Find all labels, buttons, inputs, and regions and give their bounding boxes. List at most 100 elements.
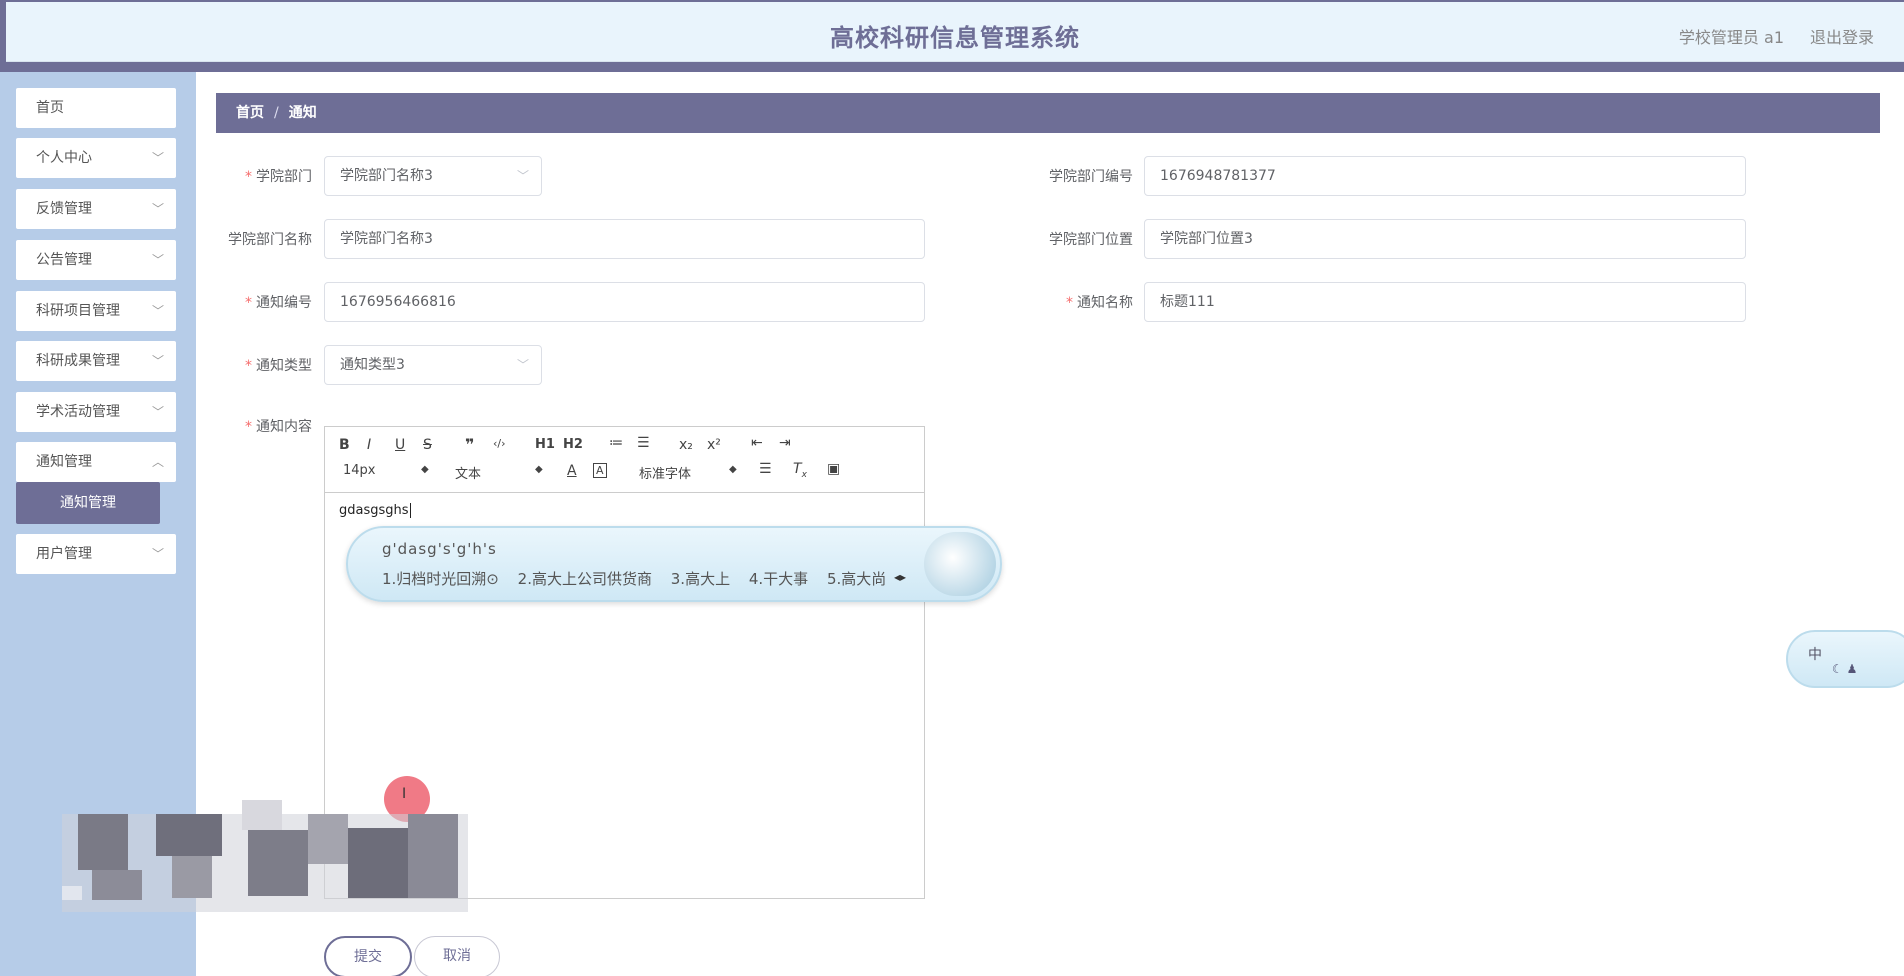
dept-code-label: 学院部门编号 [1049, 169, 1133, 185]
chevron-down-icon: ﹀ [151, 253, 164, 267]
font-family-select[interactable]: 标准字体 ◆ [639, 463, 739, 482]
editor-content[interactable]: gdasgsghs [325, 493, 924, 528]
font-color-icon[interactable]: A [567, 463, 577, 479]
bold-icon[interactable]: B [339, 437, 350, 453]
clear-format-icon[interactable]: Tx [793, 461, 807, 480]
chevron-down-icon: ﹀ [151, 202, 164, 216]
dept-name-field[interactable]: 学院部门名称3 [324, 219, 925, 259]
font-size-select[interactable]: 14px ◆ [343, 463, 433, 478]
chevron-down-icon: ﹀ [516, 358, 529, 372]
italic-icon[interactable]: I [367, 437, 371, 453]
breadcrumb-separator: / [274, 105, 279, 121]
sidebar-item-label: 首页 [36, 100, 64, 116]
sidebar-item-users[interactable]: 用户管理 ﹀ [16, 534, 176, 574]
sidebar-item-label: 科研项目管理 [36, 303, 120, 319]
notice-code-field[interactable]: 1676956466816 [324, 282, 925, 322]
ime-candidate[interactable]: 1.归档时光回溯⊙ [382, 570, 499, 588]
sidebar-item-label: 科研成果管理 [36, 353, 120, 369]
dept-select[interactable]: 学院部门名称3 ﹀ [324, 156, 542, 196]
chevron-down-icon: ﹀ [151, 405, 164, 419]
pixelated-watermark [62, 800, 468, 912]
notice-type-select[interactable]: 通知类型3 ﹀ [324, 345, 542, 385]
sidebar-item-label: 学术活动管理 [36, 404, 120, 420]
ime-candidate[interactable]: 2.高大上公司供货商 [518, 570, 652, 588]
sidebar-item-label: 用户管理 [36, 546, 92, 562]
image-icon[interactable]: ▣ [827, 461, 840, 477]
cancel-button[interactable]: 取消 [414, 936, 500, 976]
ime-candidate[interactable]: 4.干大事 [749, 570, 808, 588]
dept-location-label: 学院部门位置 [1049, 232, 1133, 248]
sort-icon: ◆ [421, 464, 429, 475]
breadcrumb-home[interactable]: 首页 [236, 105, 264, 121]
sidebar-item-announcements[interactable]: 公告管理 ﹀ [16, 240, 176, 280]
sort-icon: ◆ [535, 464, 543, 475]
dept-location-field[interactable]: 学院部门位置3 [1144, 219, 1746, 259]
sidebar-item-personal-center[interactable]: 个人中心 ﹀ [16, 138, 176, 178]
background-color-icon[interactable]: A [593, 463, 607, 478]
sidebar-item-label: 反馈管理 [36, 201, 92, 217]
dept-code-field[interactable]: 1676948781377 [1144, 156, 1746, 196]
app-title: 高校科研信息管理系统 [830, 24, 1080, 52]
blockquote-icon[interactable]: ❞ [465, 435, 474, 454]
text-caret [409, 503, 411, 518]
sidebar-item-label: 个人中心 [36, 150, 92, 166]
ime-moon-icon[interactable]: ☾ ♟ [1832, 662, 1857, 676]
font-family-value: 标准字体 [639, 467, 692, 482]
align-left-icon[interactable]: ☰ [759, 461, 772, 477]
editor-toolbar: B I U S ❞ ‹/› H1 H2 ≔ ☰ x₂ x² ⇤ ⇥ 14px ◆… [325, 427, 924, 493]
ime-status-bar[interactable]: 中 ☾ ♟ [1786, 630, 1904, 688]
sidebar-item-label: 通知管理 [36, 454, 92, 470]
font-size-value: 14px [343, 463, 376, 478]
underline-icon[interactable]: U [395, 437, 405, 453]
chevron-down-icon: ﹀ [516, 169, 529, 183]
ime-mode-label[interactable]: 中 [1808, 644, 1822, 664]
ime-candidate-window: g'dasg's'g'h's 1.归档时光回溯⊙ 2.高大上公司供货商 3.高大… [346, 526, 1002, 602]
top-header: 高校科研信息管理系统 学校管理员 a1 退出登录 [0, 0, 1904, 72]
strikethrough-icon[interactable]: S [423, 437, 432, 453]
notice-content-label: * 通知内容 [245, 419, 312, 435]
breadcrumb: 首页 / 通知 [216, 93, 1880, 133]
notice-type-label: * 通知类型 [245, 358, 312, 374]
sidebar-item-academic-activities[interactable]: 学术活动管理 ﹀ [16, 392, 176, 432]
notice-code-label: * 通知编号 [245, 295, 312, 311]
text-style-select[interactable]: 文本 ◆ [455, 463, 545, 482]
sidebar-item-feedback[interactable]: 反馈管理 ﹀ [16, 189, 176, 229]
heading1-icon[interactable]: H1 [535, 437, 555, 452]
notice-name-field[interactable]: 标题111 [1144, 282, 1746, 322]
heading2-icon[interactable]: H2 [563, 437, 583, 452]
code-block-icon[interactable]: ‹/› [493, 437, 506, 450]
bullet-list-icon[interactable]: ☰ [637, 435, 650, 451]
sidebar-item-notices[interactable]: 通知管理 ︿ [16, 442, 176, 482]
sort-icon: ◆ [729, 464, 737, 475]
logout-link[interactable]: 退出登录 [1810, 24, 1874, 48]
sidebar-item-home[interactable]: 首页 [16, 88, 176, 128]
indent-icon[interactable]: ⇥ [779, 435, 791, 451]
chevron-down-icon: ﹀ [151, 304, 164, 318]
ime-candidate-list: 1.归档时光回溯⊙ 2.高大上公司供货商 3.高大上 4.干大事 5.高大尚 [382, 568, 900, 589]
ime-candidate[interactable]: 5.高大尚 [827, 570, 886, 588]
outdent-icon[interactable]: ⇤ [751, 435, 763, 451]
subscript-icon[interactable]: x₂ [679, 437, 693, 453]
notice-type-select-value: 通知类型3 [340, 357, 405, 373]
superscript-icon[interactable]: x² [707, 437, 721, 453]
chevron-up-icon: ︿ [151, 455, 164, 469]
sidebar-subitem-notice-management[interactable]: 通知管理 [16, 482, 160, 524]
ime-page-arrows-icon[interactable]: ◂▸ [894, 570, 906, 584]
notice-name-label: * 通知名称 [1066, 295, 1133, 311]
ime-candidate[interactable]: 3.高大上 [671, 570, 730, 588]
sidebar-item-label: 公告管理 [36, 252, 92, 268]
current-user: 学校管理员 a1 [1678, 28, 1784, 47]
ime-skin-decoration [924, 532, 996, 596]
chevron-down-icon: ﹀ [151, 151, 164, 165]
ime-composition: g'dasg's'g'h's [382, 540, 497, 558]
chevron-down-icon: ﹀ [151, 354, 164, 368]
header-bar: 高校科研信息管理系统 学校管理员 a1 退出登录 [6, 2, 1904, 62]
text-style-value: 文本 [455, 467, 482, 482]
sidebar-item-research-projects[interactable]: 科研项目管理 ﹀ [16, 291, 176, 331]
dept-select-value: 学院部门名称3 [340, 168, 433, 184]
chevron-down-icon: ﹀ [151, 547, 164, 561]
submit-button[interactable]: 提交 [324, 936, 412, 976]
sidebar-item-research-results[interactable]: 科研成果管理 ﹀ [16, 341, 176, 381]
ordered-list-icon[interactable]: ≔ [609, 435, 623, 451]
breadcrumb-current: 通知 [288, 105, 317, 121]
